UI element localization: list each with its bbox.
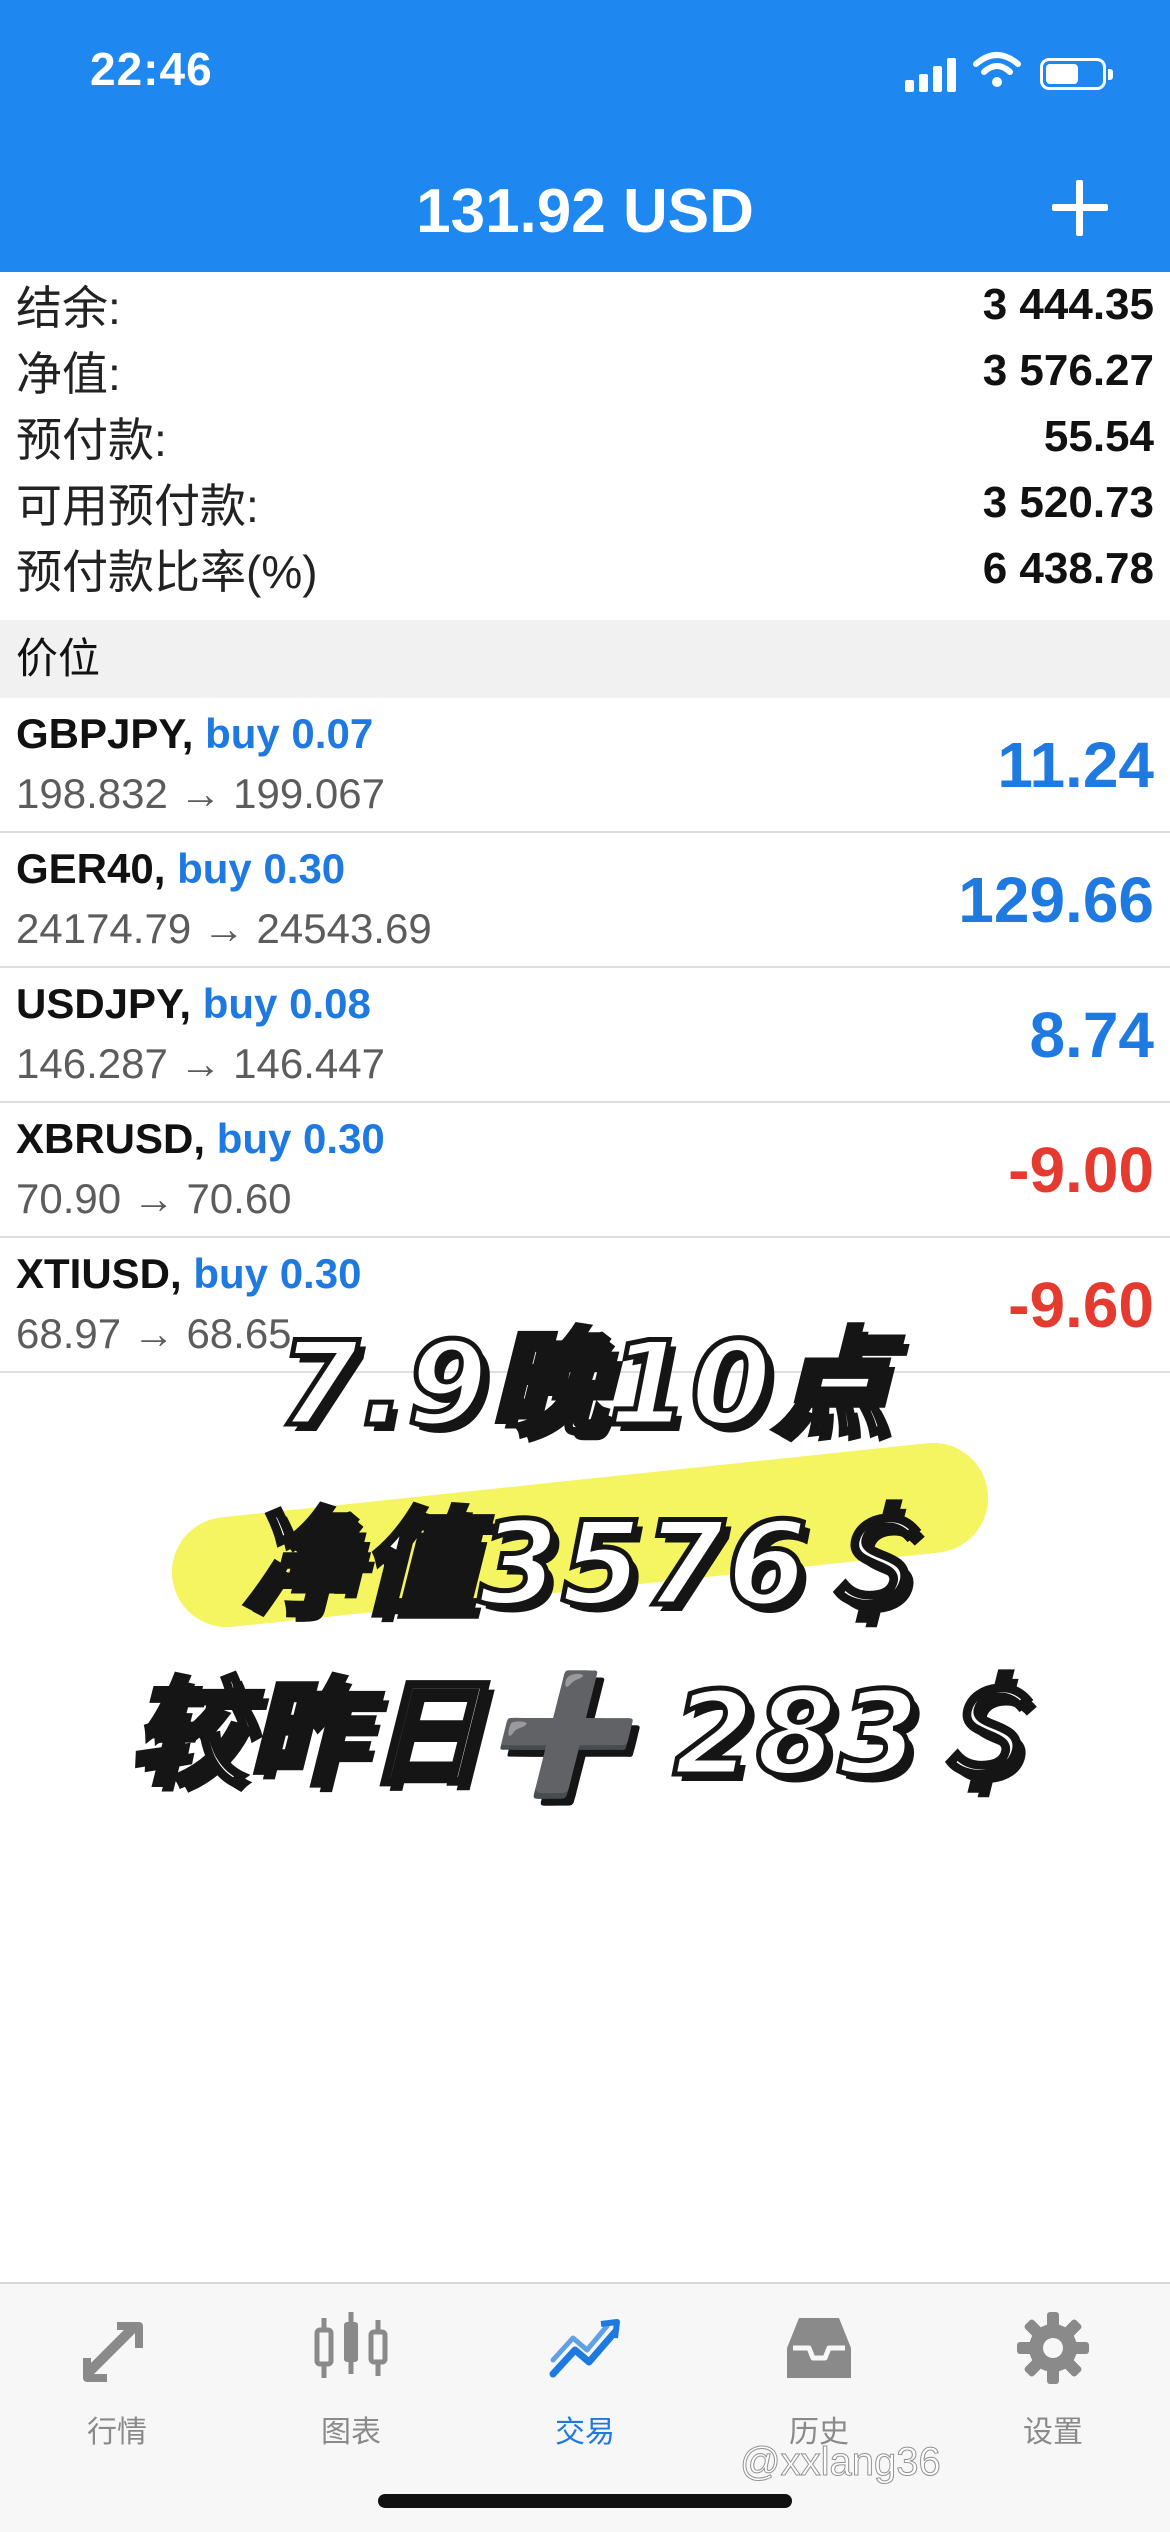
account-value: 55.54 xyxy=(1043,412,1154,461)
position-row[interactable]: GER40, buy 0.30 24174.79 → 24543.69 129.… xyxy=(0,833,1170,968)
account-row-balance: 结余: 3 444.35 xyxy=(0,272,1170,338)
account-label: 可用预付款: xyxy=(16,480,259,532)
account-value: 3 520.73 xyxy=(982,478,1154,527)
tab-label: 图表 xyxy=(321,2416,381,2449)
tab-quotes[interactable]: 行情 xyxy=(0,2308,234,2451)
account-row-free-margin: 可用预付款: 3 520.73 xyxy=(0,470,1170,536)
position-prices: 146.287 → 146.447 xyxy=(16,1040,385,1087)
wifi-icon xyxy=(973,52,1021,87)
tab-label: 交易 xyxy=(555,2416,615,2449)
gear-icon xyxy=(1017,2312,1089,2384)
tab-label: 设置 xyxy=(1023,2416,1083,2449)
position-symbol-line: GBPJPY, buy 0.07 xyxy=(16,710,373,758)
position-symbol-line: USDJPY, buy 0.08 xyxy=(16,980,371,1028)
position-side: buy 0.08 xyxy=(202,980,371,1027)
position-row[interactable]: XBRUSD, buy 0.30 70.90 → 70.60 -9.00 xyxy=(0,1103,1170,1238)
account-label: 预付款比率(%) xyxy=(16,546,318,598)
position-symbol: GBPJPY, xyxy=(16,710,194,757)
overlay-caption-line1: 7.9晚10点 xyxy=(276,1315,892,1455)
position-prices: 24174.79 → 24543.69 xyxy=(16,905,432,952)
position-profit: 11.24 xyxy=(997,729,1154,801)
position-profit: -9.00 xyxy=(1008,1134,1154,1206)
candlestick-chart-icon xyxy=(314,2312,388,2378)
status-bar: 22:46 xyxy=(0,0,1170,150)
position-row[interactable]: USDJPY, buy 0.08 146.287 → 146.447 8.74 xyxy=(0,968,1170,1103)
position-profit: 129.66 xyxy=(958,864,1154,936)
tab-charts[interactable]: 图表 xyxy=(234,2308,468,2451)
status-time: 22:46 xyxy=(90,43,213,95)
nav-bar: 131.92 USD xyxy=(0,150,1170,272)
account-value: 3 576.27 xyxy=(982,346,1154,395)
tab-history[interactable]: 历史 xyxy=(702,2308,936,2451)
balance-profit-title: 131.92 USD xyxy=(416,177,754,246)
position-profit: 8.74 xyxy=(1029,999,1154,1071)
account-label: 结余: xyxy=(16,282,121,334)
account-value: 6 438.78 xyxy=(982,544,1154,593)
overlay-caption-line3: 较昨日➕ 283＄ xyxy=(128,1665,1040,1805)
position-symbol: XBRUSD, xyxy=(16,1115,206,1162)
trade-trend-icon xyxy=(549,2319,620,2378)
cellular-signal-icon xyxy=(905,56,961,92)
positions-section-header: 价位 xyxy=(0,620,1170,698)
account-row-margin: 预付款: 55.54 xyxy=(0,404,1170,470)
position-row[interactable]: GBPJPY, buy 0.07 198.832 → 199.067 11.24 xyxy=(0,698,1170,833)
position-symbol-line: XBRUSD, buy 0.30 xyxy=(16,1115,385,1163)
home-indicator xyxy=(378,2494,792,2508)
position-side: buy 0.30 xyxy=(216,1115,385,1162)
quotes-arrows-icon xyxy=(83,2322,143,2382)
position-side: buy 0.07 xyxy=(205,710,374,757)
position-symbol: GER40, xyxy=(16,845,166,892)
account-value: 3 444.35 xyxy=(982,280,1154,329)
tab-trade[interactable]: 交易 xyxy=(468,2308,702,2451)
account-row-margin-level: 预付款比率(%) 6 438.78 xyxy=(0,536,1170,602)
watermark: @xxlang36 xyxy=(740,2440,942,2485)
plus-icon[interactable] xyxy=(1040,168,1120,248)
tab-settings[interactable]: 设置 xyxy=(936,2308,1170,2451)
positions-list: GBPJPY, buy 0.07 198.832 → 199.067 11.24… xyxy=(0,698,1170,1373)
position-prices: 70.90 → 70.60 xyxy=(16,1175,292,1222)
account-row-equity: 净值: 3 576.27 xyxy=(0,338,1170,404)
tab-label: 行情 xyxy=(87,2416,147,2449)
position-side: buy 0.30 xyxy=(177,845,346,892)
history-inbox-icon xyxy=(787,2318,851,2378)
overlay-caption-line2: 净值3576＄ xyxy=(240,1495,928,1635)
account-label: 预付款: xyxy=(16,414,167,466)
position-symbol: USDJPY, xyxy=(16,980,192,1027)
account-label: 净值: xyxy=(16,348,121,400)
account-summary: 结余: 3 444.35 净值: 3 576.27 预付款: 55.54 可用预… xyxy=(0,272,1170,602)
battery-icon xyxy=(1040,58,1113,90)
position-symbol-line: GER40, buy 0.30 xyxy=(16,845,345,893)
position-prices: 198.832 → 199.067 xyxy=(16,770,385,817)
